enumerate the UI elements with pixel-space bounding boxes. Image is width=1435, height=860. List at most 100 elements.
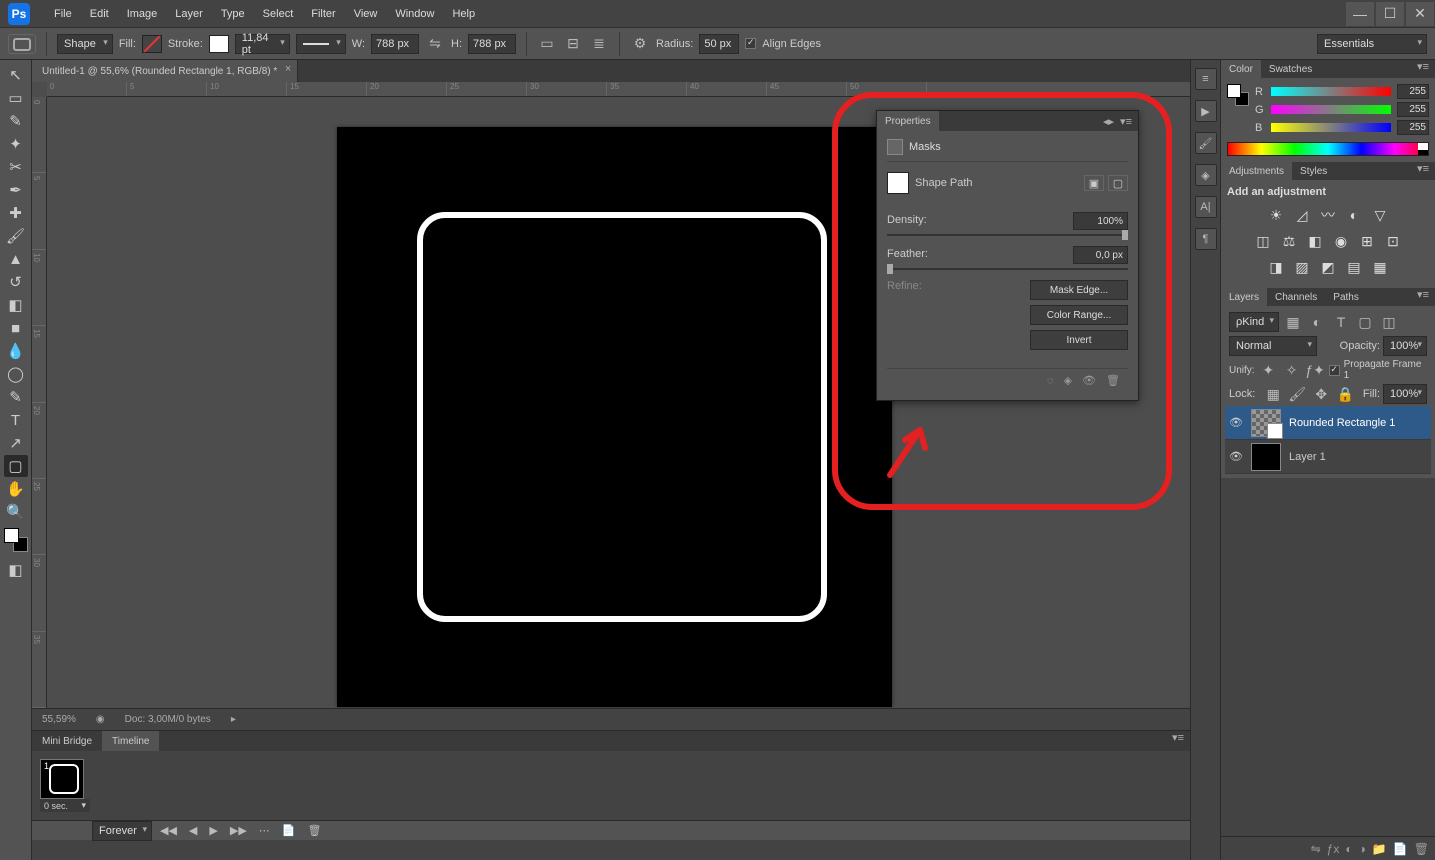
width-input[interactable] (371, 34, 419, 54)
menu-window[interactable]: Window (386, 0, 443, 27)
mask-icon[interactable]: ◐ (1345, 842, 1352, 856)
menu-file[interactable]: File (45, 0, 81, 27)
tab-styles[interactable]: Styles (1292, 162, 1335, 180)
curves-icon[interactable]: 〰 (1317, 204, 1339, 226)
lock-position-icon[interactable]: ✥ (1311, 384, 1331, 404)
g-slider[interactable] (1271, 105, 1391, 114)
r-input[interactable] (1397, 84, 1429, 99)
delete-layer-icon[interactable]: 🗑 (1414, 842, 1429, 856)
visibility-icon[interactable]: 👁 (1229, 450, 1243, 463)
menu-layer[interactable]: Layer (166, 0, 212, 27)
status-menu-icon[interactable]: ▸ (231, 714, 236, 725)
lock-transparency-icon[interactable]: ▦ (1263, 384, 1283, 404)
hue-strip[interactable] (1227, 142, 1429, 156)
radius-input[interactable] (699, 34, 739, 54)
filter-smart-icon[interactable]: ◫ (1379, 312, 1399, 332)
threshold-icon[interactable]: ◩ (1317, 256, 1339, 278)
b-input[interactable] (1397, 120, 1429, 135)
workspace-dropdown[interactable]: Essentials (1317, 34, 1427, 54)
apply-mask-icon[interactable]: ◈ (1064, 374, 1072, 387)
align-icon[interactable]: ⊟ (563, 34, 583, 54)
vibrance-icon[interactable]: ▽ (1369, 204, 1391, 226)
arrange-icon[interactable]: ≣ (589, 34, 609, 54)
blend-mode-dropdown[interactable]: Normal (1229, 336, 1317, 356)
layer-item[interactable]: 👁 Rounded Rectangle 1 (1225, 406, 1431, 440)
brush-dock-icon[interactable]: 🖌 (1195, 132, 1217, 154)
exposure-icon[interactable]: ◐ (1343, 204, 1365, 226)
tab-paths[interactable]: Paths (1325, 288, 1367, 306)
brightness-icon[interactable]: ☀ (1265, 204, 1287, 226)
propagate-checkbox[interactable] (1329, 365, 1340, 376)
bw-icon[interactable]: ◧ (1304, 230, 1326, 252)
channelmixer-icon[interactable]: ⊞ (1356, 230, 1378, 252)
unify-vis-icon[interactable]: ✧ (1282, 360, 1301, 380)
tab-adjustments[interactable]: Adjustments (1221, 162, 1292, 180)
hand-tool-icon[interactable]: ✋ (4, 478, 28, 500)
tab-mini-bridge[interactable]: Mini Bridge (32, 731, 102, 751)
fill-swatch[interactable] (142, 35, 162, 53)
menu-type[interactable]: Type (212, 0, 254, 27)
layer-item[interactable]: 👁 Layer 1 (1225, 440, 1431, 474)
first-frame-icon[interactable]: ◀◀ (156, 824, 181, 837)
menu-filter[interactable]: Filter (302, 0, 344, 27)
posterize-icon[interactable]: ▨ (1291, 256, 1313, 278)
layer-thumbnail[interactable] (1251, 409, 1281, 437)
filter-adjust-icon[interactable]: ◐ (1307, 312, 1327, 332)
invert-icon[interactable]: ◨ (1265, 256, 1287, 278)
healing-tool-icon[interactable]: ✚ (4, 202, 28, 224)
levels-icon[interactable]: ◿ (1291, 204, 1313, 226)
wand-tool-icon[interactable]: ✦ (4, 133, 28, 155)
doc-size-display[interactable]: Doc: 3,00M/0 bytes (125, 714, 211, 725)
lock-all-icon[interactable]: 🔒 (1335, 384, 1355, 404)
type-tool-icon[interactable]: T (4, 409, 28, 431)
link-layers-icon[interactable]: ⇋ (1311, 842, 1321, 856)
move-tool-icon[interactable]: ↖ (4, 64, 28, 86)
dodge-tool-icon[interactable]: ◯ (4, 363, 28, 385)
b-slider[interactable] (1271, 123, 1391, 132)
unify-style-icon[interactable]: ƒ✦ (1305, 360, 1325, 380)
mask-edge-button[interactable]: Mask Edge... (1030, 280, 1128, 300)
eyedropper-tool-icon[interactable]: ✒ (4, 179, 28, 201)
photofilter-icon[interactable]: ◉ (1330, 230, 1352, 252)
minimize-button[interactable]: — (1346, 2, 1374, 26)
lock-pixels-icon[interactable]: 🖌 (1287, 384, 1307, 404)
selectivecolor-icon[interactable]: ▦ (1369, 256, 1391, 278)
vector-mask-icon[interactable]: ▢ (1108, 175, 1128, 191)
history-dock-icon[interactable]: ≡ (1195, 68, 1217, 90)
marquee-tool-icon[interactable]: ▭ (4, 87, 28, 109)
panel-menu-icon[interactable]: ▾≡ (1411, 288, 1435, 306)
stamp-tool-icon[interactable]: ▲ (4, 248, 28, 270)
color-range-button[interactable]: Color Range... (1030, 305, 1128, 325)
filter-shape-icon[interactable]: ▢ (1355, 312, 1375, 332)
shape-thumbnail[interactable] (887, 172, 909, 194)
shape-mode-dropdown[interactable]: Shape (57, 34, 113, 54)
color-fgbg[interactable] (1227, 84, 1249, 106)
stroke-swatch[interactable] (209, 35, 229, 53)
play-icon[interactable]: ▶ (205, 824, 221, 837)
colorbalance-icon[interactable]: ⚖ (1278, 230, 1300, 252)
density-input[interactable] (1073, 212, 1128, 230)
frame-duration[interactable]: 0 sec.▾ (40, 799, 90, 812)
link-icon[interactable]: ⇋ (425, 34, 445, 54)
actions-dock-icon[interactable]: ▶ (1195, 100, 1217, 122)
prev-frame-icon[interactable]: ◀ (185, 824, 201, 837)
menu-image[interactable]: Image (118, 0, 167, 27)
rounded-rect-tool-icon[interactable]: ▢ (4, 455, 28, 477)
paragraph-dock-icon[interactable]: ¶ (1195, 228, 1217, 250)
layer-thumbnail[interactable] (1251, 443, 1281, 471)
pathop-icon[interactable]: ▭ (537, 34, 557, 54)
disable-mask-icon[interactable]: 👁 (1082, 374, 1096, 387)
quickmask-icon[interactable]: ◧ (4, 559, 28, 581)
fill-input[interactable]: 100% (1383, 384, 1427, 404)
tab-color[interactable]: Color (1221, 60, 1261, 78)
group-icon[interactable]: 📁 (1372, 842, 1387, 856)
menu-view[interactable]: View (345, 0, 387, 27)
crop-tool-icon[interactable]: ✂ (4, 156, 28, 178)
menu-edit[interactable]: Edit (81, 0, 118, 27)
filter-dropdown[interactable]: ρ Kind (1229, 312, 1279, 332)
density-slider[interactable] (887, 234, 1128, 236)
next-frame-icon[interactable]: ▶▶ (226, 824, 251, 837)
filter-type-icon[interactable]: T (1331, 312, 1351, 332)
visibility-icon[interactable]: 👁 (1229, 416, 1243, 429)
tab-layers[interactable]: Layers (1221, 288, 1267, 306)
